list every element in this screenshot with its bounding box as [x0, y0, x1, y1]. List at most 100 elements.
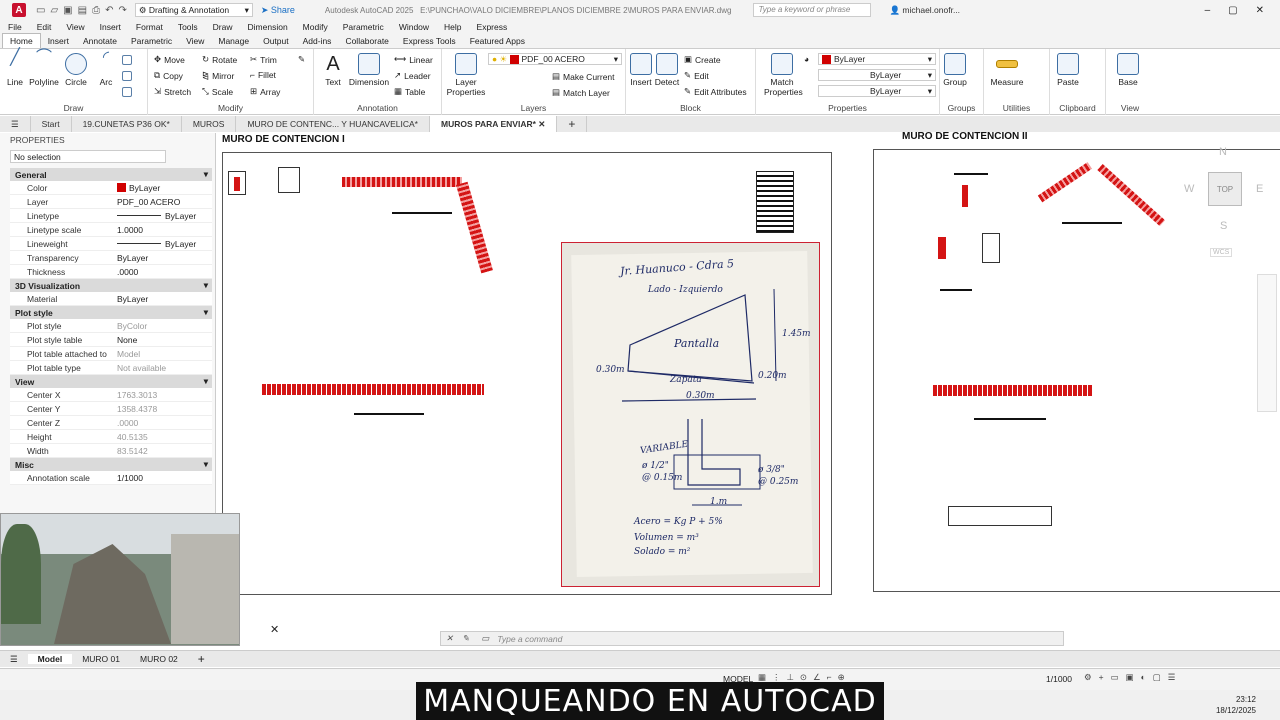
wcs-menu[interactable]: WCS [1210, 248, 1233, 257]
detail-section-right[interactable] [982, 233, 1000, 263]
viewcube-east[interactable]: E [1256, 183, 1263, 195]
menu-insert[interactable]: Insert [100, 22, 121, 32]
menu-draw[interactable]: Draw [213, 22, 233, 32]
mirror-button[interactable]: ⧎ Mirror [202, 70, 234, 81]
property-row[interactable]: Lineweight ByLayer [10, 237, 212, 251]
menu-edit[interactable]: Edit [37, 22, 52, 32]
viewcube-north[interactable]: N [1219, 146, 1227, 158]
layout-tab-muro-02[interactable]: MURO 02 [130, 654, 188, 664]
property-row[interactable]: Linetype scale 1.0000 [10, 223, 212, 237]
detail-rebar-right-2[interactable] [938, 237, 946, 259]
polyline-button[interactable]: ⌒ Polyline [28, 50, 60, 88]
arc-button[interactable]: ◜ Arc [94, 50, 118, 88]
property-value[interactable]: 83.5142 [114, 444, 212, 457]
groups-panel-title[interactable]: Groups [940, 103, 983, 113]
property-value[interactable]: 1763.3013 [114, 388, 212, 401]
property-value[interactable]: .0000 [114, 265, 212, 278]
group-button[interactable]: Group [942, 53, 968, 87]
edit-block-button[interactable]: ✎ Edit [684, 70, 709, 81]
region-icon[interactable] [122, 87, 132, 97]
menu-view[interactable]: View [66, 22, 84, 32]
fillet-button[interactable]: ⌐ Fillet [250, 70, 276, 80]
close-icon[interactable]: ✕ [1256, 5, 1264, 16]
file-tab-muro-contencion[interactable]: MURO DE CONTENC... Y HUANCAVELICA* [236, 116, 430, 132]
menu-modify[interactable]: Modify [303, 22, 328, 32]
wall-plan-rebar[interactable] [262, 384, 484, 395]
property-value[interactable]: None [114, 333, 212, 346]
close-icon[interactable]: ✕ [538, 119, 545, 130]
property-row[interactable]: Width 83.5142 [10, 444, 212, 458]
property-row[interactable]: Annotation scale 1/1000 [10, 471, 212, 485]
menu-window[interactable]: Window [399, 22, 429, 32]
reference-sketch-photo[interactable]: Jr. Huanuco - Cdra 5 Lado - Izquierdo Pa… [561, 242, 820, 587]
layout-tab-muro-01[interactable]: MURO 01 [72, 654, 130, 664]
menu-help[interactable]: Help [444, 22, 461, 32]
property-row[interactable]: Thickness .0000 [10, 265, 212, 279]
viewcube-top-face[interactable]: TOP [1208, 172, 1242, 206]
annotation-panel-title[interactable]: Annotation [314, 103, 441, 113]
dimension-button[interactable]: Dimension [348, 53, 390, 87]
trim-button[interactable]: ✂ Trim [250, 54, 277, 65]
property-row[interactable]: Height 40.5135 [10, 430, 212, 444]
file-tab-start[interactable]: Start [31, 116, 72, 132]
match-layer-button[interactable]: ▤ Match Layer [552, 87, 610, 98]
paste-button[interactable]: Paste [1054, 53, 1082, 87]
file-tab-cunetas[interactable]: 19.CUNETAS P36 OK* [72, 116, 182, 132]
section-plot-style[interactable]: Plot style ▾ [10, 306, 212, 319]
layer-properties-button[interactable]: Layer Properties [446, 53, 486, 97]
tab-express-tools[interactable]: Express Tools [396, 34, 463, 48]
layout-menu-icon[interactable]: ☰ [0, 654, 28, 665]
tab-collaborate[interactable]: Collaborate [338, 34, 395, 48]
menu-file[interactable]: File [8, 22, 22, 32]
detect-button[interactable]: Detect [654, 53, 680, 87]
wall-elevation-rebar[interactable] [342, 177, 462, 187]
property-row[interactable]: Material ByLayer [10, 292, 212, 306]
measure-button[interactable]: Measure [988, 53, 1026, 87]
detail-section-2[interactable] [278, 167, 300, 193]
save-icon[interactable]: ▣ [63, 5, 72, 16]
workspace-select[interactable]: ⚙ Drafting & Annotation ▾ [134, 3, 253, 17]
footing-section[interactable] [948, 506, 1052, 526]
tab-output[interactable]: Output [256, 34, 296, 48]
property-value[interactable]: ByLayer [114, 237, 212, 250]
property-value[interactable]: 1/1000 [114, 471, 212, 484]
modify-panel-title[interactable]: Modify [148, 103, 313, 113]
legend-table[interactable] [756, 171, 794, 233]
customize-icon[interactable]: ✎ [458, 633, 473, 644]
property-row[interactable]: Center X 1763.3013 [10, 388, 212, 402]
close-icon[interactable]: ✕ [270, 623, 279, 636]
layers-panel-title[interactable]: Layers [442, 103, 625, 113]
command-line[interactable]: ✕ ✎ ▭ Type a command [440, 631, 1064, 646]
undo-icon[interactable]: ↶ [105, 5, 113, 16]
maximize-icon[interactable]: ▢ [1228, 5, 1237, 16]
open-icon[interactable]: ▱ [50, 5, 58, 16]
share-button[interactable]: ➤ Share [261, 5, 295, 16]
redo-icon[interactable]: ↷ [118, 5, 126, 16]
line-button[interactable]: ╱ Line [4, 50, 26, 88]
tab-annotate[interactable]: Annotate [76, 34, 124, 48]
tab-addins[interactable]: Add-ins [296, 34, 339, 48]
insert-button[interactable]: Insert [628, 53, 654, 87]
navigation-bar[interactable] [1257, 274, 1277, 412]
close-icon[interactable]: ✕ [441, 633, 458, 644]
property-row[interactable]: Plot table attached to Model [10, 347, 212, 361]
property-row[interactable]: Plot style ByColor [10, 319, 212, 333]
create-block-button[interactable]: ▣ Create [684, 54, 721, 65]
block-panel-title[interactable]: Block [626, 103, 755, 113]
property-value[interactable]: .0000 [114, 416, 212, 429]
tab-featured-apps[interactable]: Featured Apps [463, 34, 532, 48]
view-panel-title[interactable]: View [1106, 103, 1154, 113]
tab-insert[interactable]: Insert [41, 34, 76, 48]
viewcube-west[interactable]: W [1184, 183, 1194, 195]
property-row[interactable]: Plot style table None [10, 333, 212, 347]
file-tab-muros[interactable]: MUROS [182, 116, 237, 132]
make-current-button[interactable]: ▤ Make Current [552, 71, 615, 82]
section-visualization[interactable]: 3D Visualization ▾ [10, 279, 212, 292]
property-value[interactable]: ByLayer [114, 292, 212, 305]
linear-button[interactable]: ⟷ Linear [394, 54, 433, 65]
layer-select[interactable]: ● ☀ PDF_00 ACERO ▾ [488, 53, 622, 65]
tab-view[interactable]: View [179, 34, 211, 48]
tab-manage[interactable]: Manage [211, 34, 256, 48]
match-properties-button[interactable]: Match Properties [764, 53, 803, 97]
property-value[interactable]: 1358.4378 [114, 402, 212, 415]
